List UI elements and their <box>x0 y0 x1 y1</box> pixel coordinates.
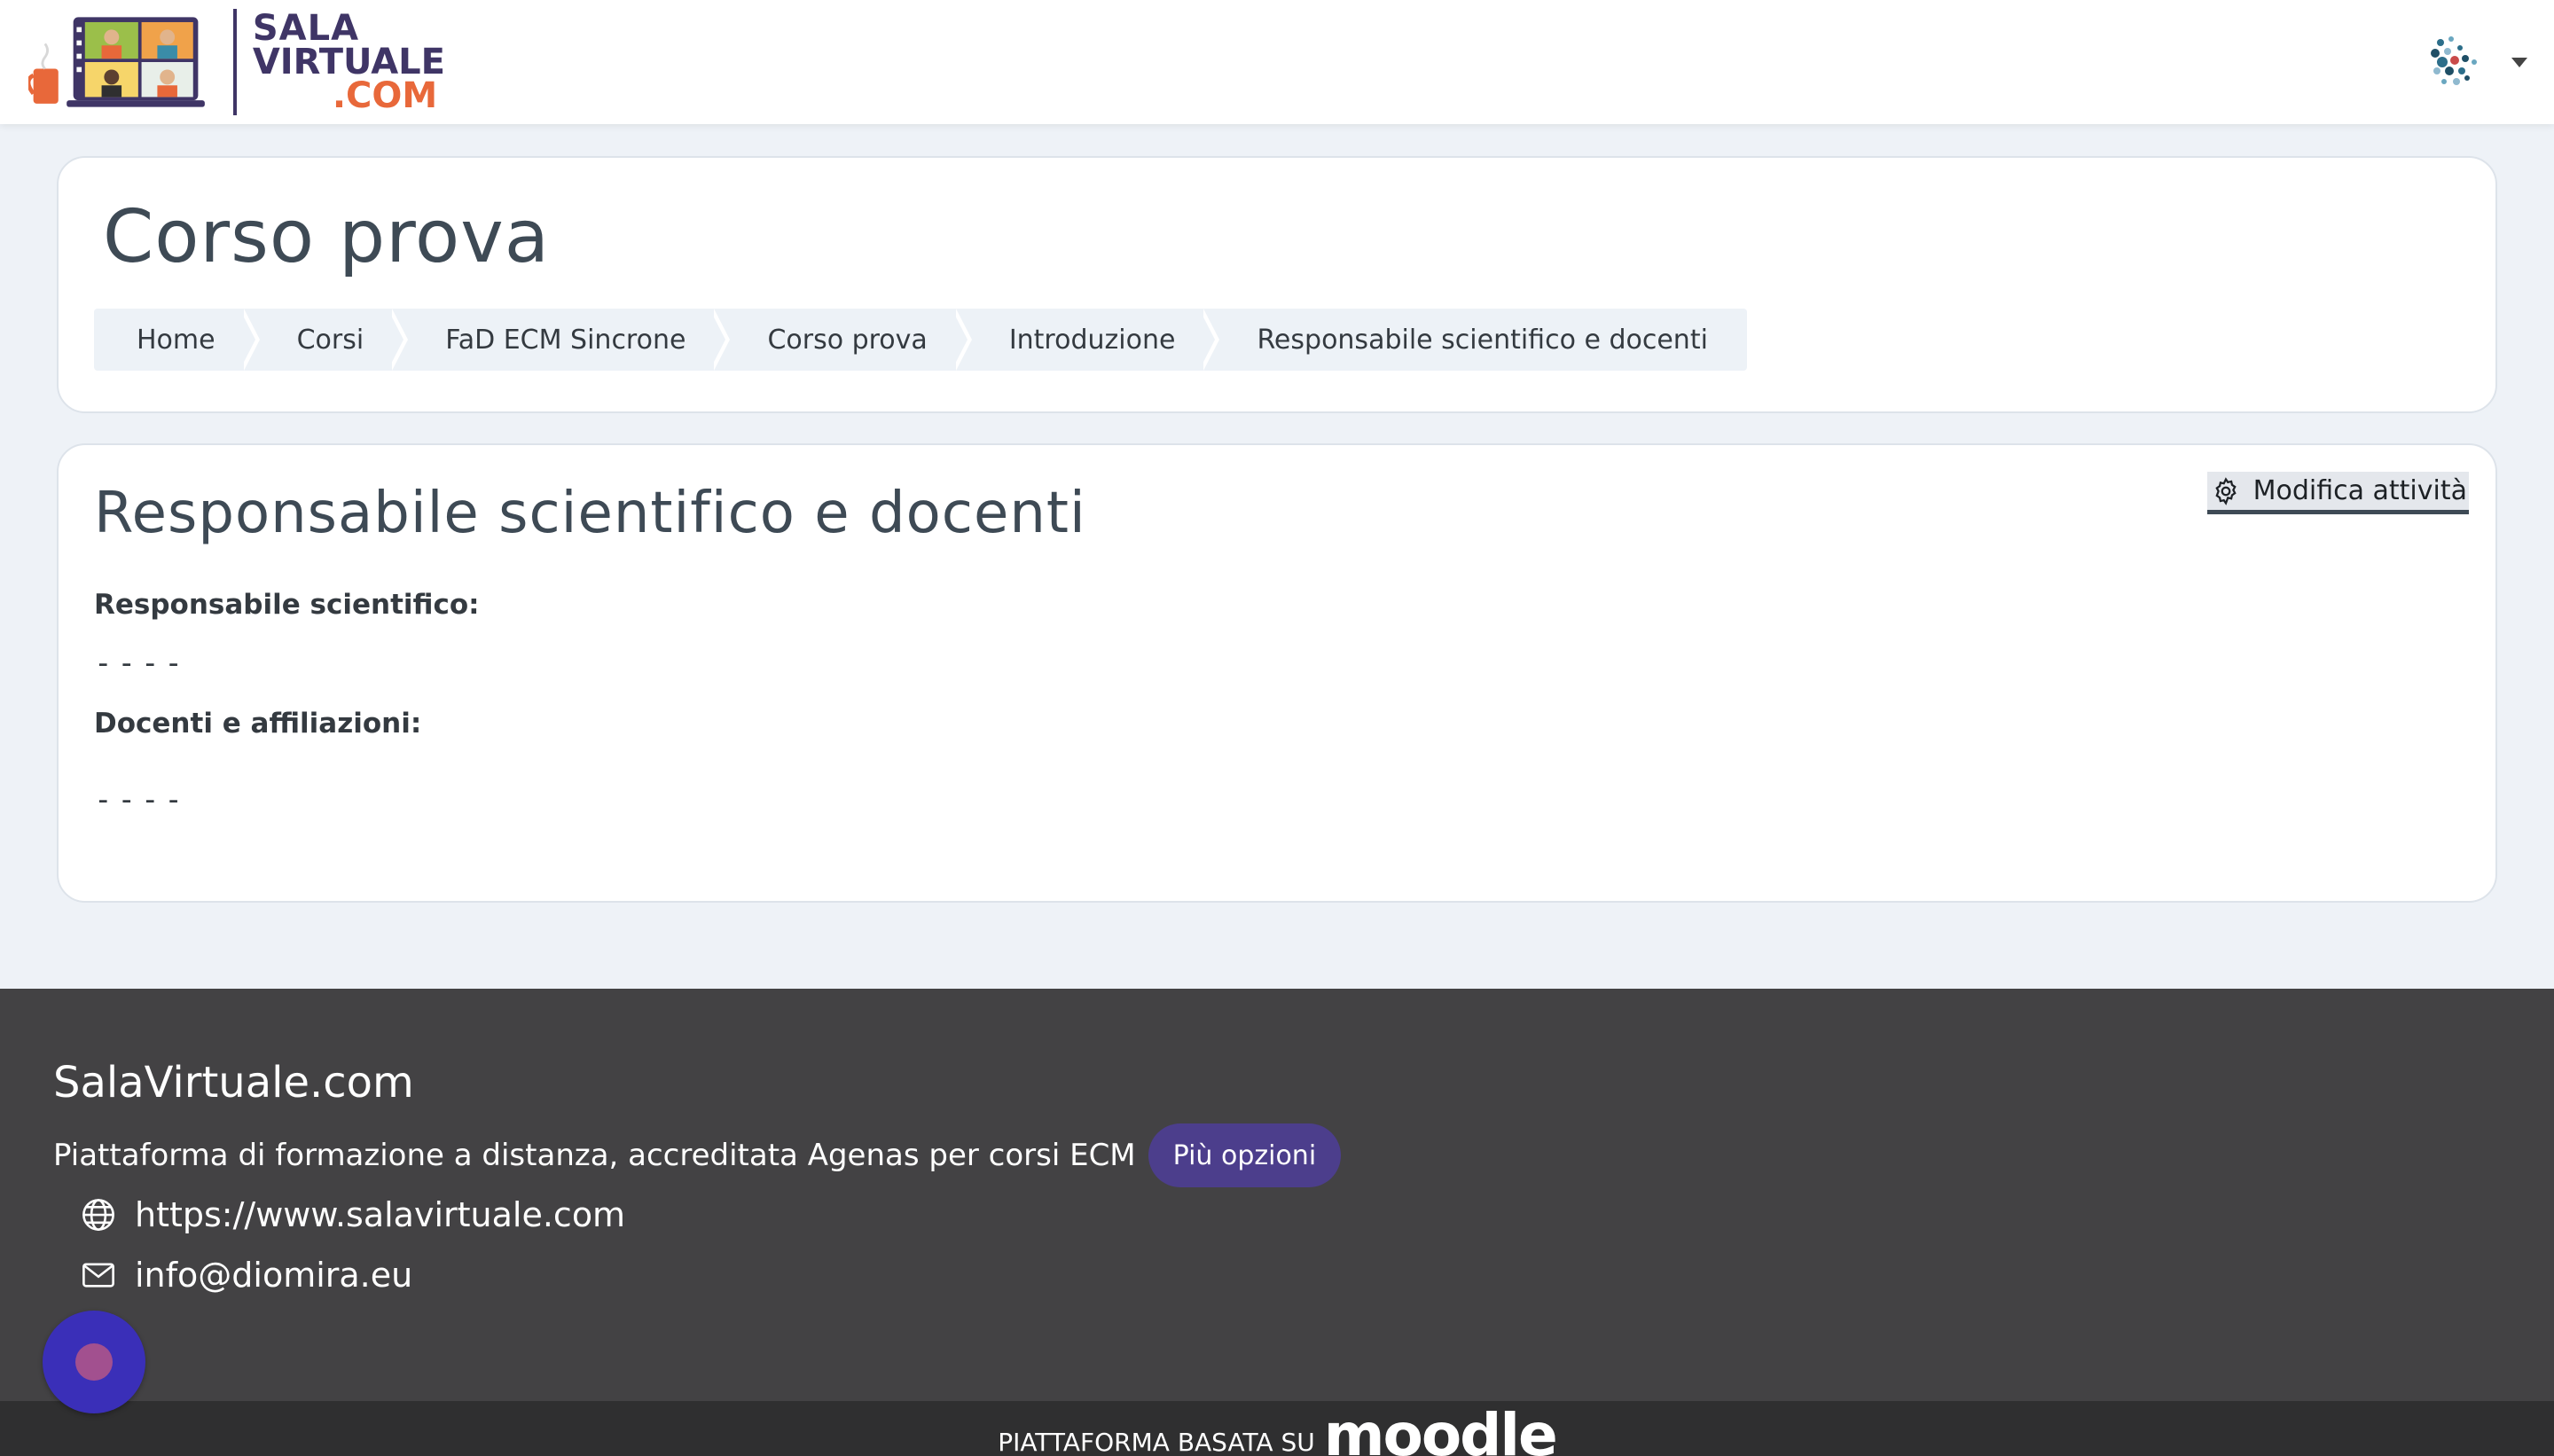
page-header: Corso prova Home Corsi FaD ECM Sincrone … <box>57 156 2497 413</box>
globe-icon <box>82 1199 114 1231</box>
moodle-logo: moodle <box>1323 1401 1558 1456</box>
activity-card: Responsabile scientifico e docenti Modif… <box>57 443 2497 903</box>
chat-launcher-button[interactable] <box>43 1311 145 1413</box>
breadcrumb: Home Corsi FaD ECM Sincrone Corso prova … <box>94 309 1747 371</box>
logo-divider <box>233 9 237 115</box>
breadcrumb-introduzione[interactable]: Introduzione <box>967 309 1220 371</box>
breadcrumb-corsi[interactable]: Corsi <box>255 309 408 371</box>
edit-activity-button[interactable]: Modifica attività <box>2206 472 2469 514</box>
caret-down-icon <box>2511 57 2527 67</box>
site-logo[interactable]: SALA VIRTUALE .COM <box>28 7 445 117</box>
footer-website-link[interactable]: https://www.salavirtuale.com <box>80 1193 625 1237</box>
envelope-icon <box>82 1263 114 1288</box>
user-menu-toggle[interactable] <box>2423 27 2527 98</box>
footer-powered-bar: PIATTAFORMA BASATA SU moodle <box>0 1401 2554 1456</box>
breadcrumb-fad-ecm-sincrone[interactable]: FaD ECM Sincrone <box>403 309 731 371</box>
footer-email-link[interactable]: info@diomira.eu <box>80 1253 412 1297</box>
footer: SalaVirtuale.com Piattaforma di formazio… <box>0 989 2554 1401</box>
footer-title: SalaVirtuale.com <box>53 1058 414 1108</box>
logo-line-2: VIRTUALE <box>252 42 445 82</box>
edit-activity-label: Modifica attività <box>2252 475 2467 506</box>
responsabile-value: ---- <box>94 646 188 681</box>
gear-icon <box>2214 476 2237 505</box>
avatar-icon <box>2431 36 2477 85</box>
docenti-value: ---- <box>94 782 188 818</box>
page-title: Corso prova <box>103 195 551 279</box>
logo-illustration-icon <box>28 17 205 107</box>
docenti-label: Docenti e affiliazioni: <box>94 708 422 740</box>
activity-title: Responsabile scientifico e docenti <box>94 481 1086 546</box>
more-options-button[interactable]: Più opzioni <box>1148 1123 1342 1187</box>
powered-by[interactable]: PIATTAFORMA BASATA SU moodle <box>998 1401 1558 1456</box>
logo-line-3: .COM <box>332 75 438 116</box>
breadcrumb-corso-prova[interactable]: Corso prova <box>725 309 973 371</box>
footer-website-text: https://www.salavirtuale.com <box>135 1195 626 1234</box>
footer-description: Piattaforma di formazione a distanza, ac… <box>53 1138 1136 1173</box>
logo-wordmark: SALA VIRTUALE .COM <box>252 8 445 116</box>
breadcrumb-current[interactable]: Responsabile scientifico e docenti <box>1214 309 1746 371</box>
logo-line-1: SALA <box>252 8 360 49</box>
breadcrumb-home[interactable]: Home <box>94 309 260 371</box>
chat-icon <box>75 1343 113 1381</box>
footer-email-text: info@diomira.eu <box>135 1256 413 1295</box>
powered-by-text: PIATTAFORMA BASATA SU <box>998 1428 1315 1456</box>
responsabile-label: Responsabile scientifico: <box>94 589 480 621</box>
footer-description-row: Piattaforma di formazione a distanza, ac… <box>53 1123 1342 1187</box>
navbar: SALA VIRTUALE .COM <box>0 0 2554 124</box>
